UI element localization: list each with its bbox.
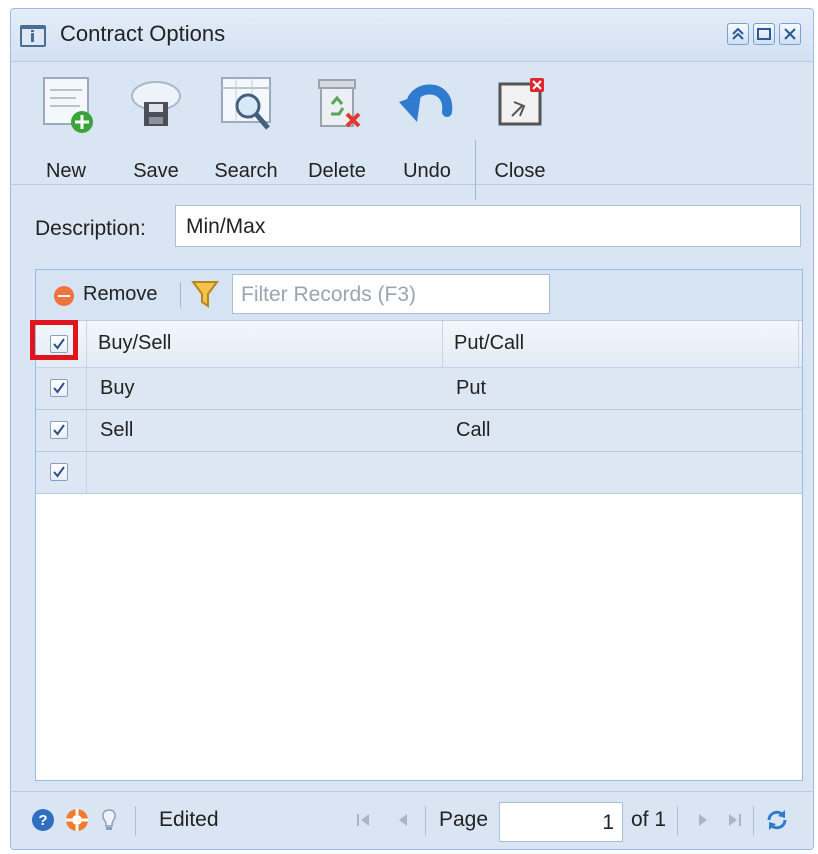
close-window-button[interactable] [779, 23, 801, 45]
grid-header: Buy/Sell Put/Call [36, 321, 802, 368]
description-label: Description: [35, 217, 146, 240]
status-text: Edited [159, 808, 219, 831]
description-input[interactable]: Min/Max [175, 205, 801, 247]
status-separator [753, 806, 754, 836]
table-row[interactable]: Buy Put [36, 368, 802, 410]
cell-put-call[interactable]: Put [456, 377, 486, 400]
row-checkbox[interactable] [50, 463, 68, 481]
table-row[interactable]: Sell Call [36, 410, 802, 452]
filter-icon[interactable] [191, 279, 219, 309]
row-checkbox[interactable] [50, 421, 68, 439]
delete-label: Delete [308, 160, 366, 182]
undo-icon [397, 72, 457, 136]
svg-text:?: ? [38, 812, 47, 829]
filter-input[interactable]: Filter Records (F3) [232, 274, 550, 314]
page-label: Page [439, 808, 489, 831]
column-separator[interactable] [798, 321, 799, 367]
grid-toolbar: Remove Filter Records (F3) [36, 270, 802, 321]
support-icon[interactable] [65, 808, 89, 832]
remove-label: Remove [83, 283, 158, 305]
cell-buy-sell[interactable]: Buy [100, 377, 134, 400]
highlight-box [30, 320, 78, 360]
next-page-icon[interactable] [691, 808, 715, 832]
table-row[interactable] [36, 452, 802, 494]
save-label: Save [133, 160, 179, 182]
prev-page-icon[interactable] [391, 808, 415, 832]
cell-put-call[interactable]: Call [456, 419, 490, 442]
options-grid: Remove Filter Records (F3) Buy/Sell Put/… [30, 269, 803, 781]
new-icon [36, 72, 96, 136]
first-page-icon[interactable] [351, 808, 375, 832]
search-button[interactable]: Search [211, 72, 281, 182]
undo-button[interactable]: Undo [392, 72, 462, 182]
tip-bulb-icon[interactable] [97, 808, 121, 832]
help-icon[interactable]: ? [31, 808, 55, 832]
window-titlebar[interactable]: Contract Options [11, 9, 813, 62]
new-button[interactable]: New [31, 72, 101, 182]
row-checkbox-cell [36, 410, 87, 451]
row-checkbox[interactable] [50, 379, 68, 397]
search-icon [216, 72, 276, 136]
collapse-button[interactable] [727, 23, 749, 45]
page-count-label: of 1 [631, 808, 667, 831]
window-title: Contract Options [60, 21, 226, 46]
save-icon [126, 72, 186, 136]
column-header-put-call[interactable]: Put/Call [454, 321, 794, 367]
new-label: New [45, 160, 86, 182]
status-separator [135, 806, 136, 836]
status-separator [425, 806, 426, 836]
row-checkbox-cell [36, 452, 87, 493]
main-toolbar: New Save Search Delete Undo Close [11, 62, 813, 200]
column-header-buy-sell[interactable]: Buy/Sell [98, 321, 438, 367]
row-checkbox-cell [36, 368, 87, 409]
status-separator [677, 806, 678, 836]
search-label: Search [214, 160, 278, 182]
window-icon [20, 25, 46, 47]
remove-icon [54, 286, 74, 306]
maximize-button[interactable] [753, 23, 775, 45]
grid-toolbar-separator [180, 282, 181, 308]
undo-label: Undo [403, 160, 451, 182]
status-bar: ? Edited Page 1 of 1 [11, 791, 813, 849]
last-page-icon[interactable] [723, 808, 747, 832]
delete-icon [307, 72, 367, 136]
close-window-icon [490, 72, 550, 136]
contract-options-window: Contract Options New Save Search Delete … [10, 8, 814, 850]
close-label: Close [494, 160, 546, 182]
save-button[interactable]: Save [121, 72, 191, 182]
cell-buy-sell[interactable]: Sell [100, 419, 133, 442]
delete-button[interactable]: Delete [302, 72, 372, 182]
page-number-input[interactable]: 1 [499, 802, 623, 842]
refresh-icon[interactable] [765, 808, 789, 832]
column-separator[interactable] [442, 321, 443, 367]
close-button[interactable]: Close [485, 72, 555, 182]
toolbar-separator [475, 140, 476, 200]
